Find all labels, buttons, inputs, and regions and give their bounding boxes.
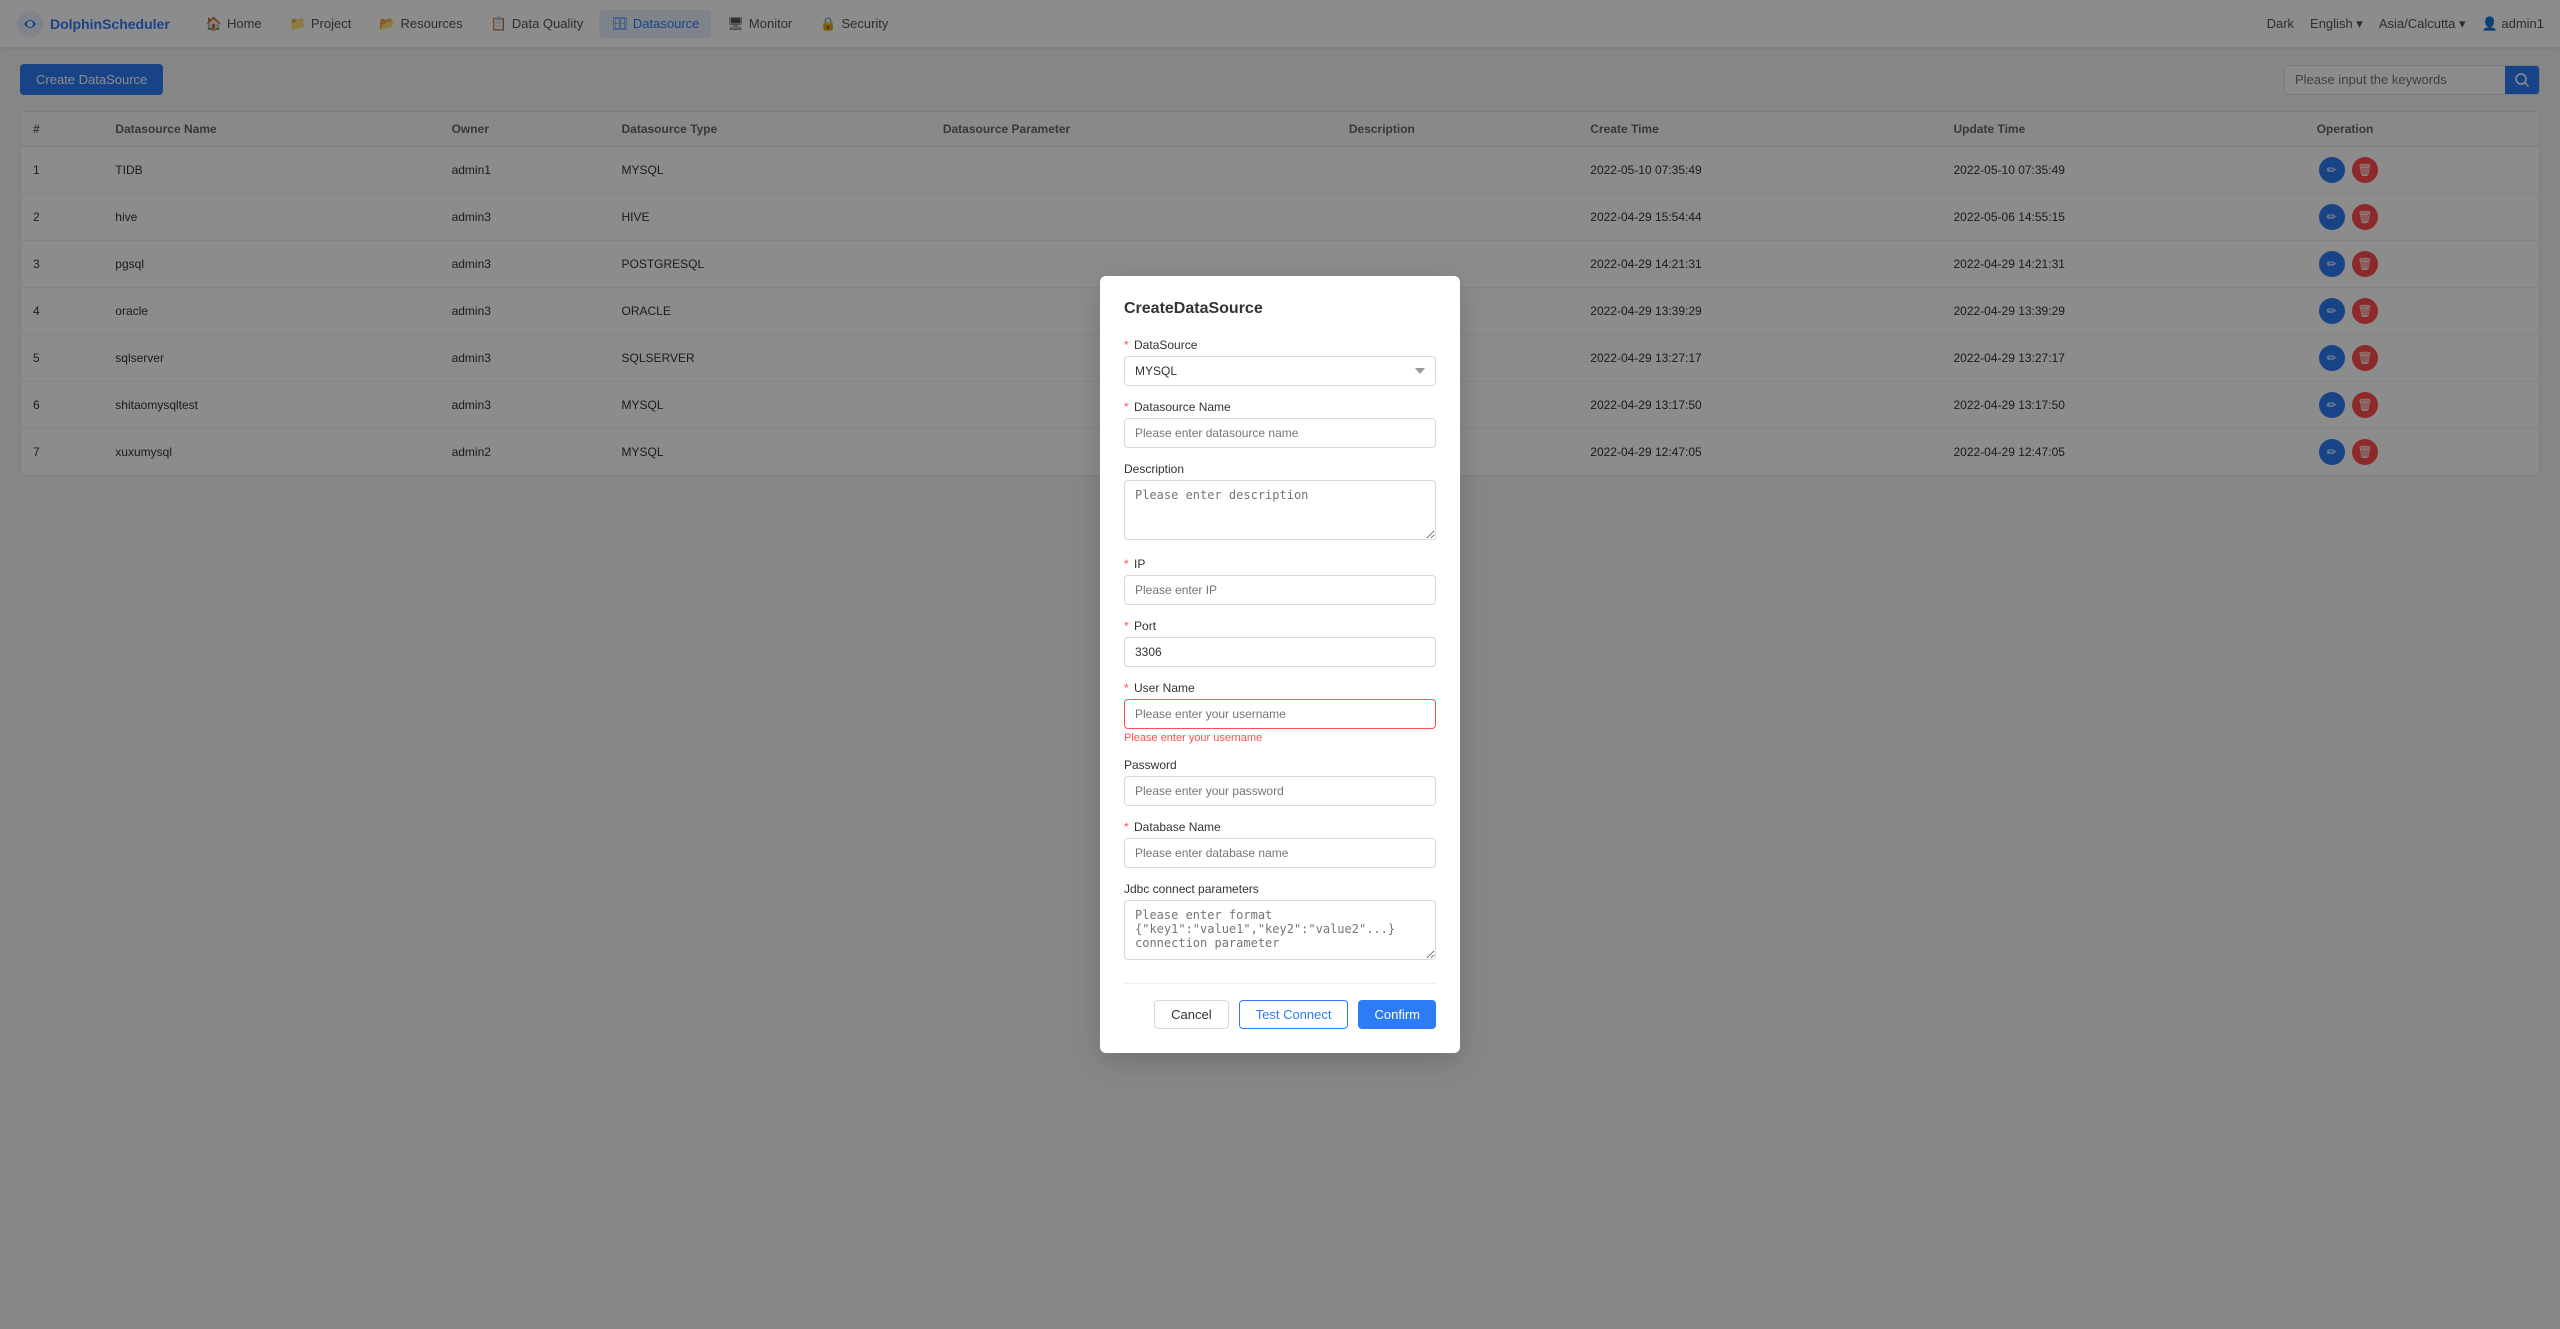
username-input[interactable] xyxy=(1124,699,1436,729)
port-group: * Port xyxy=(1124,619,1436,667)
datasource-name-label: * Datasource Name xyxy=(1124,400,1436,414)
ip-input[interactable] xyxy=(1124,575,1436,605)
description-group: Description xyxy=(1124,462,1436,543)
cancel-button[interactable]: Cancel xyxy=(1154,1000,1228,1029)
jdbc-group: Jdbc connect parameters xyxy=(1124,882,1436,963)
modal-footer: Cancel Test Connect Confirm xyxy=(1124,983,1436,1029)
port-label: * Port xyxy=(1124,619,1436,633)
database-name-label: * Database Name xyxy=(1124,820,1436,834)
password-input[interactable] xyxy=(1124,776,1436,806)
datasource-name-group: * Datasource Name xyxy=(1124,400,1436,448)
username-label: * User Name xyxy=(1124,681,1436,695)
database-name-group: * Database Name xyxy=(1124,820,1436,868)
modal-title: CreateDataSource xyxy=(1124,300,1436,318)
datasource-type-label: * DataSource xyxy=(1124,338,1436,352)
create-datasource-modal: CreateDataSource * DataSource MYSQL POST… xyxy=(1100,276,1460,1053)
confirm-button[interactable]: Confirm xyxy=(1358,1000,1436,1029)
description-label: Description xyxy=(1124,462,1436,476)
modal-overlay[interactable]: CreateDataSource * DataSource MYSQL POST… xyxy=(0,0,2560,1329)
jdbc-input[interactable] xyxy=(1124,900,1436,960)
database-name-input[interactable] xyxy=(1124,838,1436,868)
test-connect-button[interactable]: Test Connect xyxy=(1239,1000,1349,1029)
username-group: * User Name Please enter your username xyxy=(1124,681,1436,744)
ip-group: * IP xyxy=(1124,557,1436,605)
datasource-type-select[interactable]: MYSQL POSTGRESQL HIVE ORACLE SQLSERVER xyxy=(1124,356,1436,386)
jdbc-label: Jdbc connect parameters xyxy=(1124,882,1436,896)
datasource-name-input[interactable] xyxy=(1124,418,1436,448)
description-input[interactable] xyxy=(1124,480,1436,540)
password-group: Password xyxy=(1124,758,1436,806)
port-input[interactable] xyxy=(1124,637,1436,667)
ip-label: * IP xyxy=(1124,557,1436,571)
datasource-type-group: * DataSource MYSQL POSTGRESQL HIVE ORACL… xyxy=(1124,338,1436,386)
password-label: Password xyxy=(1124,758,1436,772)
username-error: Please enter your username xyxy=(1124,732,1436,744)
